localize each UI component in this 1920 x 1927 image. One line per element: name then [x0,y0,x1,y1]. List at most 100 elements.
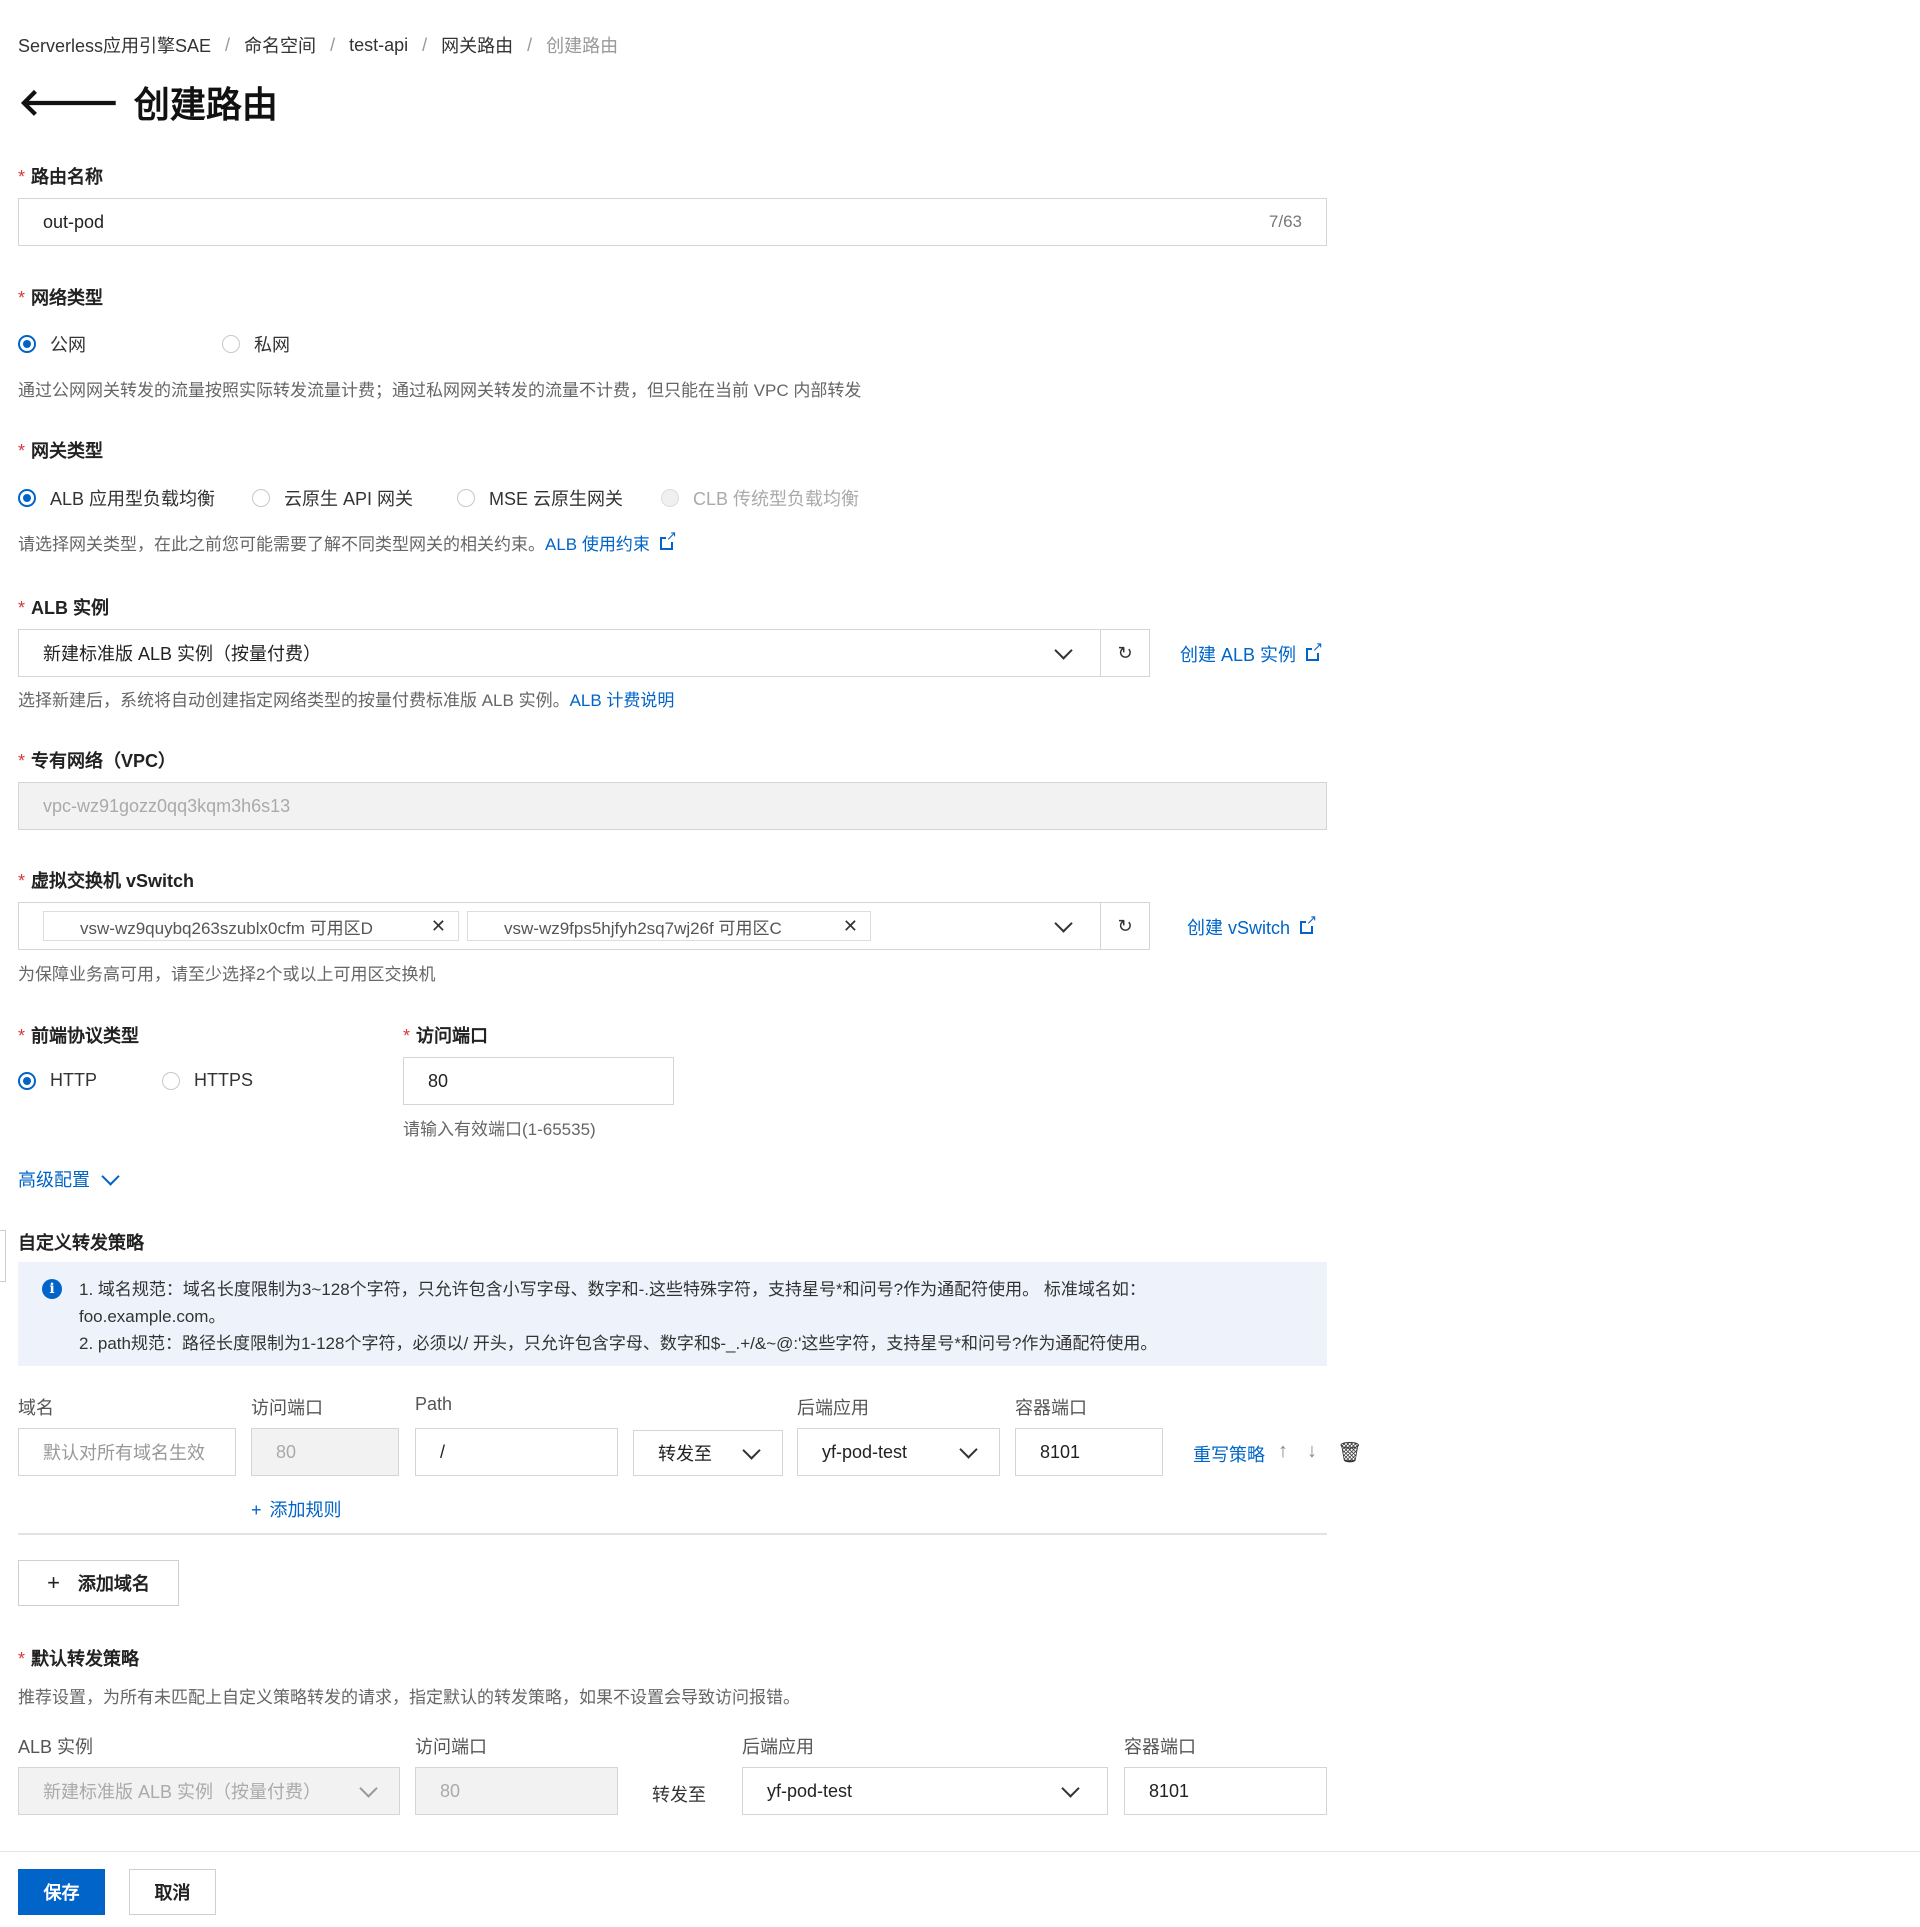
container-port-input[interactable]: 8101 [1015,1428,1163,1476]
route-name-counter: 7/63 [1268,212,1302,231]
gateway-type-mse-radio[interactable]: MSE 云原生网关 [457,485,623,511]
custom-policy-label: 自定义转发策略 [18,1233,144,1253]
column-backend: 后端应用 [797,1398,869,1418]
refresh-icon: ↻ [1117,915,1133,936]
gateway-type-label: * 网关类型 [18,441,104,461]
footer-divider [0,1851,1920,1852]
breadcrumb: Serverless应用引擎SAE / 命名空间 / test-api / 网关… [18,32,618,58]
chevron-down-icon [359,1778,378,1798]
vswitch-help: 为保障业务高可用，请至少选择2个或以上可用区交换机 [18,965,436,984]
vpc-label: * 专有网络（VPC） [18,751,177,771]
add-domain-button[interactable]: + 添加域名 [18,1560,179,1606]
alb-refresh-button[interactable]: ↻ [1100,629,1150,677]
breadcrumb-item-test-api[interactable]: test-api [349,35,408,56]
side-panel-handle[interactable] [0,1230,6,1282]
domain-input[interactable]: 默认对所有域名生效 [18,1428,236,1476]
forward-to-label: 转发至 [652,1785,706,1805]
chevron-down-icon [959,1439,978,1459]
breadcrumb-item-gateway-route[interactable]: 网关路由 [441,32,513,58]
radio-checked-icon [18,489,36,507]
breadcrumb-item-namespace[interactable]: 命名空间 [244,32,316,58]
chevron-down-icon [101,1166,120,1186]
column-access-port: 访问端口 [415,1737,487,1757]
plus-icon: + [251,1500,262,1520]
chevron-down-icon [1054,640,1073,660]
backend-app-select[interactable]: yf-pod-test [797,1428,1000,1476]
move-up-icon[interactable]: ↑ [1278,1440,1288,1463]
default-policy-help: 推荐设置，为所有未匹配上自定义策略转发的请求，指定默认的转发策略，如果不设置会导… [18,1688,800,1707]
cancel-button[interactable]: 取消 [129,1869,216,1915]
create-alb-link[interactable]: 创建 ALB 实例 [1180,640,1324,667]
chevron-down-icon [1061,1778,1080,1798]
network-type-private-radio[interactable]: 私网 [222,331,290,357]
rule-port-input: 80 [251,1428,399,1476]
custom-policy-notice: i 1. 域名规范：域名长度限制为3~128个字符，只允许包含小写字母、数字和-… [18,1262,1327,1366]
chevron-down-icon [742,1440,761,1460]
column-path: Path [415,1394,453,1414]
breadcrumb-item-sae[interactable]: Serverless应用引擎SAE [18,32,211,58]
default-backend-select[interactable]: yf-pod-test [742,1767,1108,1815]
save-button[interactable]: 保存 [18,1869,105,1915]
path-input[interactable]: / [415,1428,618,1476]
breadcrumb-separator: / [225,34,231,55]
alb-instance-select[interactable]: 新建标准版 ALB 实例（按量付费） [18,629,1101,677]
default-container-port-input[interactable]: 8101 [1124,1767,1327,1815]
info-icon: i [42,1279,62,1299]
route-name-value: out-pod [43,211,105,232]
protocol-https-radio[interactable]: HTTPS [162,1070,253,1091]
default-alb-select: 新建标准版 ALB 实例（按量付费） [18,1767,400,1815]
protocol-http-radio[interactable]: HTTP [18,1070,97,1091]
radio-checked-icon [18,335,36,353]
breadcrumb-separator: / [422,34,428,55]
trash-icon[interactable]: 🗑 [1337,1440,1362,1465]
plus-icon: + [47,1570,60,1595]
radio-checked-icon [18,1071,36,1090]
alb-instance-label: * ALB 实例 [18,598,110,618]
network-type-label: * 网络类型 [18,288,104,308]
access-port-help: 请输入有效端口(1-65535) [403,1120,596,1139]
frontend-protocol-label: * 前端协议类型 [18,1026,140,1046]
access-port-input[interactable]: 80 [403,1057,674,1105]
external-link-icon [1306,640,1324,661]
divider [18,1533,1327,1535]
gateway-type-help: 请选择网关类型，在此之前您可能需要了解不同类型网关的相关约束。ALB 使用约束 [18,529,677,555]
gateway-type-api-radio[interactable]: 云原生 API 网关 [252,485,413,511]
external-link-icon [659,529,677,550]
move-down-icon[interactable]: ↓ [1307,1440,1317,1463]
page-title-text: 创建路由 [133,84,278,125]
close-icon[interactable]: ✕ [431,916,446,937]
advanced-config-toggle[interactable]: 高级配置 [18,1166,120,1192]
forward-select[interactable]: 转发至 [633,1430,783,1476]
network-type-public-radio[interactable]: 公网 [18,331,86,357]
create-vswitch-link[interactable]: 创建 vSwitch [1187,913,1318,940]
route-name-input[interactable]: out-pod 7/63 [18,198,1327,246]
alb-instance-value: 新建标准版 ALB 实例（按量付费） [43,644,322,664]
chevron-down-icon [1054,913,1073,933]
column-access-port: 访问端口 [251,1398,323,1418]
radio-unchecked-icon [252,489,270,507]
vswitch-select[interactable]: vsw-wz9quybq263szublx0cfm 可用区D ✕ vsw-wz9f… [18,902,1101,950]
gateway-type-alb-radio[interactable]: ALB 应用型负载均衡 [18,485,215,511]
radio-unchecked-icon [162,1071,180,1090]
radio-unchecked-icon [457,489,475,507]
vswitch-tag: vsw-wz9fps5hjfyh2sq7wj26f 可用区C ✕ [467,911,871,941]
vpc-input: vpc-wz91gozz0qq3kqm3h6s13 [18,782,1327,830]
access-port-label: * 访问端口 [403,1026,489,1046]
default-port-input: 80 [415,1767,618,1815]
add-rule-button[interactable]: + 添加规则 [251,1496,342,1522]
column-domain: 域名 [18,1398,54,1418]
alb-instance-help: 选择新建后，系统将自动创建指定网络类型的按量付费标准版 ALB 实例。ALB 计… [18,691,675,710]
column-alb-instance: ALB 实例 [18,1737,94,1757]
network-type-help: 通过公网网关转发的流量按照实际转发流量计费；通过私网网关转发的流量不计费，但只能… [18,381,862,400]
vpc-value: vpc-wz91gozz0qq3kqm3h6s13 [43,795,291,816]
close-icon[interactable]: ✕ [843,916,858,937]
vswitch-refresh-button[interactable]: ↻ [1100,902,1150,950]
alb-constraints-link[interactable]: ALB 使用约束 [545,535,650,554]
refresh-icon: ↻ [1117,642,1133,663]
radio-disabled-icon [661,489,679,507]
rewrite-policy-link[interactable]: 重写策略 [1193,1441,1265,1467]
column-container-port: 容器端口 [1124,1737,1196,1757]
alb-billing-link[interactable]: ALB 计费说明 [570,691,675,710]
back-arrow-icon[interactable]: 🡐 [18,79,120,125]
page-title: 🡐 创建路由 [18,76,278,128]
